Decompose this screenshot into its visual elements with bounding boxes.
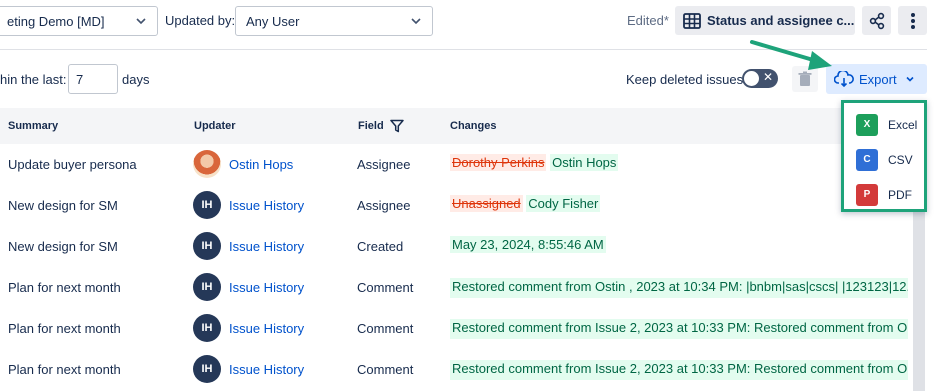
annotation-arrow-icon <box>750 40 832 70</box>
row-summary[interactable]: Plan for next month <box>8 321 121 336</box>
table-row: New design for SM IH Issue History Assig… <box>0 186 910 227</box>
within-label: hin the last: <box>0 72 67 87</box>
export-menu-item-pdf[interactable]: P PDF <box>844 178 924 211</box>
export-label: Export <box>859 71 897 87</box>
table-row: Plan for next month IH Issue History Com… <box>0 268 910 309</box>
row-summary[interactable]: New design for SM <box>8 239 118 254</box>
share-button[interactable] <box>862 6 891 35</box>
export-menu-item-excel[interactable]: X Excel <box>844 108 924 141</box>
row-changes: Dorothy Perkins Ostin Hops <box>450 154 619 175</box>
export-menu-item-csv[interactable]: C CSV <box>844 143 924 176</box>
project-select[interactable]: eting Demo [MD] <box>0 6 158 36</box>
row-changes: Restored comment from Issue 2, 2023 at 1… <box>450 360 908 380</box>
export-menu-label: Excel <box>888 117 918 132</box>
added-value: May 23, 2024, 8:55:46 AM <box>450 236 606 253</box>
row-summary[interactable]: Update buyer persona <box>8 157 137 172</box>
row-updater[interactable]: Issue History <box>229 321 304 336</box>
header-summary: Summary <box>8 120 59 132</box>
avatar: IH <box>193 314 221 342</box>
avatar <box>193 150 221 178</box>
updated-by-value: Any User <box>246 13 300 29</box>
row-field: Created <box>357 239 404 254</box>
avatar: IH <box>193 191 221 219</box>
export-menu: X Excel C CSV P PDF <box>841 100 927 212</box>
avatar: IH <box>193 355 221 383</box>
row-changes: Restored comment from Ostin , 2023 at 10… <box>450 278 908 298</box>
added-value: Cody Fisher <box>526 195 601 212</box>
table-icon <box>683 12 701 29</box>
more-button[interactable] <box>898 6 927 35</box>
row-changes: May 23, 2024, 8:55:46 AM <box>450 236 606 257</box>
excel-icon: X <box>856 113 878 136</box>
updated-by-select[interactable]: Any User <box>235 6 433 36</box>
row-field: Comment <box>357 321 414 336</box>
chevron-down-icon <box>136 18 146 25</box>
header-field[interactable]: Field <box>358 120 384 132</box>
removed-value: Unassigned <box>450 195 523 212</box>
chevron-down-icon <box>906 76 914 82</box>
row-summary[interactable]: Plan for next month <box>8 280 121 295</box>
avatar: IH <box>193 273 221 301</box>
pdf-icon: P <box>856 183 878 206</box>
saved-view-button[interactable]: Status and assignee c... <box>675 6 855 35</box>
row-updater[interactable]: Issue History <box>229 198 304 213</box>
export-menu-label: PDF <box>888 187 912 202</box>
header-changes: Changes <box>450 120 497 132</box>
project-select-value: eting Demo [MD] <box>7 13 105 29</box>
row-changes: Restored comment from Issue 2, 2023 at 1… <box>450 319 908 339</box>
chevron-down-icon <box>411 18 421 25</box>
table-row: Plan for next month IH Issue History Com… <box>0 350 910 391</box>
keep-deleted-label: Keep deleted issues <box>626 72 744 87</box>
days-input[interactable]: 7 <box>68 64 118 94</box>
table-row: New design for SM IH Issue History Creat… <box>0 227 910 268</box>
table-row: Update buyer persona Ostin Hops Assignee… <box>0 145 910 186</box>
export-button[interactable]: Export <box>826 64 927 94</box>
updated-by-label: Updated by: <box>165 13 236 28</box>
table-row: Plan for next month IH Issue History Com… <box>0 309 910 350</box>
row-updater[interactable]: Issue History <box>229 239 304 254</box>
added-value: Ostin Hops <box>550 154 619 171</box>
row-summary[interactable]: New design for SM <box>8 198 118 213</box>
export-menu-label: CSV <box>888 152 913 167</box>
removed-value: Dorothy Perkins <box>450 154 547 171</box>
row-field: Assignee <box>357 157 411 172</box>
header-updater: Updater <box>194 120 236 132</box>
share-icon <box>869 12 884 29</box>
more-vertical-icon <box>910 12 915 29</box>
avatar: IH <box>193 232 221 260</box>
saved-view-label: Status and assignee c... <box>707 13 855 28</box>
row-updater[interactable]: Issue History <box>229 362 304 377</box>
csv-icon: C <box>856 148 878 171</box>
row-changes: Unassigned Cody Fisher <box>450 195 601 216</box>
filter-icon[interactable] <box>390 119 404 133</box>
row-field: Assignee <box>357 198 411 213</box>
days-value: 7 <box>76 71 84 87</box>
row-updater[interactable]: Issue History <box>229 280 304 295</box>
row-field: Comment <box>357 362 414 377</box>
row-field: Comment <box>357 280 414 295</box>
row-summary[interactable]: Plan for next month <box>8 362 121 377</box>
days-label: days <box>122 72 150 87</box>
row-updater[interactable]: Ostin Hops <box>229 157 293 172</box>
edited-label: Edited* <box>627 13 669 28</box>
